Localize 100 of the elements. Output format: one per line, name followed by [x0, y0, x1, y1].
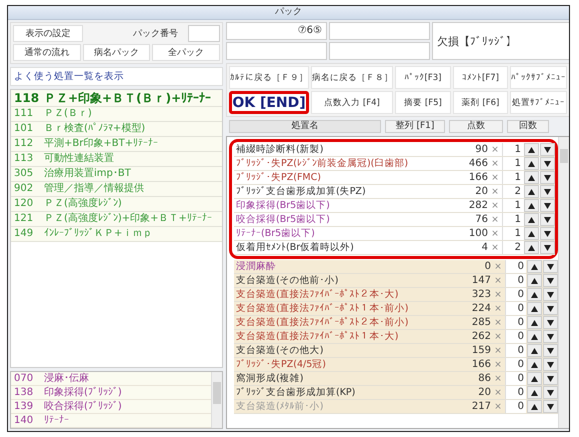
points-value: 224	[470, 303, 491, 314]
times-sign: ×	[493, 374, 503, 384]
count-field[interactable]: 0	[505, 288, 526, 301]
count-field[interactable]: 1	[502, 213, 523, 226]
frequent-list-item[interactable]: 305 治療用装置imp･BT	[11, 167, 222, 182]
text-field[interactable]	[226, 42, 327, 60]
procedure-row[interactable]: 咬合採得(Br5歯以下) 76 × 1	[234, 213, 555, 227]
diagnosis-field[interactable]: 欠損【ﾌﾞﾘｯｼﾞ】	[432, 22, 569, 60]
treatment-list-item[interactable]: 138 印象採得(ﾌﾞﾘｯｼﾞ)	[11, 386, 211, 400]
count-field[interactable]: 0	[505, 386, 526, 399]
count-field[interactable]: 0	[505, 274, 526, 287]
pack-number-field[interactable]	[188, 25, 220, 42]
frequent-list-item[interactable]: 118 ＰＺ+印象+ＢＴ(Ｂｒ)+ﾘﾃｰﾅｰ	[11, 90, 222, 107]
times-sign: ×	[493, 388, 503, 398]
procedure-row[interactable]: ﾌﾞﾘｯｼﾞ支台歯形成加算(KP) 20 × 0	[234, 386, 558, 400]
count-field[interactable]: 0	[505, 330, 526, 343]
times-sign: ×	[493, 276, 503, 286]
pack-number-label: パック番号	[132, 28, 179, 40]
action-button[interactable]: ｶﾙﾃに戻る［Ｆ９］	[229, 66, 309, 89]
procedure-row[interactable]: 支台築造(その他大) 159 × 0	[234, 344, 558, 358]
column-header[interactable]: 処置名	[229, 120, 381, 133]
frequent-list-item[interactable]: 149 ｲﾝﾚｰﾌﾞﾘｯｼﾞＫＰ+ｉｍｐ	[11, 227, 222, 242]
procedure-row[interactable]: 仮着用ｾﾒﾝﾄ(Br仮着時以外) 4 × 2	[234, 241, 555, 255]
frequent-list-item[interactable]: 112 平測+Br印象+BT+ﾘﾃｰﾅｰ	[11, 137, 222, 152]
procedure-name: 支台築造(その他大)	[235, 344, 324, 357]
procedure-name: ﾘﾃｰﾅｰ(Br5歯以下)	[235, 227, 316, 240]
count-field[interactable]: 2	[502, 185, 523, 198]
action-button[interactable]: OK [END]	[229, 91, 309, 114]
procedure-row[interactable]: 浸潤麻酔 0 × 0	[234, 260, 558, 274]
procedure-row[interactable]: 支台築造(直接法ﾌｧｲﾊﾞｰﾎﾟｽﾄ１本･大) 262 × 0	[234, 330, 558, 344]
procedure-name: ﾌﾞﾘｯｼﾞ支台歯形成加算(KP)	[235, 386, 356, 399]
pack-filter-button[interactable]: 全パック	[152, 44, 220, 61]
procedure-row[interactable]: 補綴時診断料(新製) 90 × 1	[234, 143, 555, 157]
procedure-row[interactable]: ﾘﾃｰﾅｰ(Br5歯以下) 100 × 1	[234, 227, 555, 241]
procedure-name: ﾌﾞﾘｯｼﾞ･失PZ(FMC)	[235, 171, 322, 184]
action-button[interactable]: 病名に戻る［Ｆ８］	[311, 66, 393, 89]
points-value: 217	[470, 401, 491, 412]
action-button[interactable]: ﾊﾟｯｸｻﾌﾞﾒﾆｭｰ	[510, 66, 567, 89]
times-sign: ×	[493, 262, 503, 272]
procedure-row[interactable]: 支台築造(直接法ﾌｧｲﾊﾞｰﾎﾟｽﾄ２本･前小) 285 × 0	[234, 316, 558, 330]
scrollbar[interactable]	[558, 137, 569, 428]
frequent-list-item[interactable]: 101 Ｂｒ検査(ﾊﾟﾉﾗﾏ+模型)	[11, 122, 222, 137]
procedure-row[interactable]: 支台築造(直接法ﾌｧｲﾊﾞｰﾎﾟｽﾄ２本･大) 323 × 0	[234, 288, 558, 302]
column-header[interactable]: 点数	[449, 120, 503, 133]
tooth-field[interactable]: ⑦6⑤	[226, 22, 327, 40]
procedure-row[interactable]: ﾌﾞﾘｯｼﾞ･失PZ(FMC) 166 × 1	[234, 171, 555, 185]
points-value: 466	[468, 158, 488, 169]
action-button[interactable]: ﾊﾟｯｸ[F3]	[395, 66, 451, 89]
procedure-row[interactable]: 窩洞形成(複雑) 86 × 0	[234, 372, 558, 386]
points-value: 147	[470, 275, 491, 286]
frequent-list-header[interactable]: よく使う処置一覧を表示	[10, 67, 223, 86]
frequent-list-item[interactable]: 902 管理／指導／情報提供	[11, 182, 222, 197]
pack-filter-button[interactable]: 通常の流れ	[13, 44, 81, 61]
times-sign: ×	[493, 332, 503, 342]
points-value: 0	[484, 261, 491, 272]
procedure-row[interactable]: ﾌﾞﾘｯｼﾞ･失PZ(ﾚｼﾞﾝ前装金属冠)(臼歯部) 466 × 1	[234, 157, 555, 171]
treatment-list-item[interactable]: 070 浸麻･伝麻	[11, 372, 211, 386]
count-field[interactable]: 0	[505, 372, 526, 385]
action-button[interactable]: 薬剤 [F6]	[453, 91, 508, 114]
scrollbar[interactable]	[211, 372, 222, 428]
count-field[interactable]: 1	[502, 143, 523, 156]
action-button[interactable]: 処置ｻﾌﾞﾒﾆｭｰ	[510, 91, 567, 114]
times-sign: ×	[490, 186, 500, 196]
times-sign: ×	[490, 158, 500, 168]
procedure-row[interactable]: 支台築造(その他前･小) 147 × 0	[234, 274, 558, 288]
treatment-list-item[interactable]: 139 咬合採得(ﾌﾞﾘｯｼﾞ)	[11, 400, 211, 414]
count-field[interactable]: 1	[502, 157, 523, 170]
count-field[interactable]: 0	[505, 344, 526, 357]
pack-filter-button[interactable]: 病名パック	[82, 44, 150, 61]
count-field[interactable]: 2	[502, 241, 523, 254]
frequent-list-item[interactable]: 113 可動性連結装置	[11, 152, 222, 167]
sort-button[interactable]: 整列 [F1]	[385, 120, 445, 133]
times-sign: ×	[493, 290, 503, 300]
action-button[interactable]: ｺﾒﾝﾄ[F7]	[453, 66, 508, 89]
points-value: 282	[468, 200, 488, 211]
points-value: 285	[470, 317, 491, 328]
procedure-row[interactable]: ﾌﾞﾘｯｼﾞ･失PZ(4/5冠) 166 × 0	[234, 358, 558, 372]
procedure-row[interactable]: ﾌﾞﾘｯｼﾞ支台歯形成加算(失PZ) 20 × 2	[234, 185, 555, 199]
action-button[interactable]: 摘要 [F5]	[395, 91, 451, 114]
procedure-name: 支台築造(直接法ﾌｧｲﾊﾞｰﾎﾟｽﾄ１本･大)	[235, 330, 400, 343]
treatment-list-item[interactable]: 140 ﾘﾃｰﾅｰ	[11, 414, 211, 428]
text-field[interactable]	[329, 22, 430, 40]
count-field[interactable]: 0	[505, 260, 526, 273]
count-field[interactable]: 1	[502, 199, 523, 212]
count-field[interactable]: 0	[505, 316, 526, 329]
action-button[interactable]: 点数入力 [F4]	[311, 91, 393, 114]
display-settings-button[interactable]: 表示の設定	[13, 25, 83, 42]
procedure-name: ﾌﾞﾘｯｼﾞ支台歯形成加算(失PZ)	[235, 185, 367, 198]
count-field[interactable]: 1	[502, 171, 523, 184]
count-field[interactable]: 0	[505, 358, 526, 371]
procedure-row[interactable]: 支台築造(直接法ﾌｧｲﾊﾞｰﾎﾟｽﾄ１本･前小) 224 × 0	[234, 302, 558, 316]
count-field[interactable]: 1	[502, 227, 523, 240]
count-field[interactable]: 0	[505, 302, 526, 315]
procedure-name: 窩洞形成(複雑)	[235, 372, 304, 385]
procedure-row[interactable]: 支台築造(ﾒﾀﾙ前･小) 217 × 0	[234, 400, 558, 414]
count-field[interactable]: 0	[505, 400, 526, 413]
procedure-row[interactable]: 印象採得(Br5歯以下) 282 × 1	[234, 199, 555, 213]
points-value: 323	[470, 289, 491, 300]
text-field[interactable]	[329, 42, 430, 60]
column-header[interactable]: 回数	[507, 120, 549, 133]
